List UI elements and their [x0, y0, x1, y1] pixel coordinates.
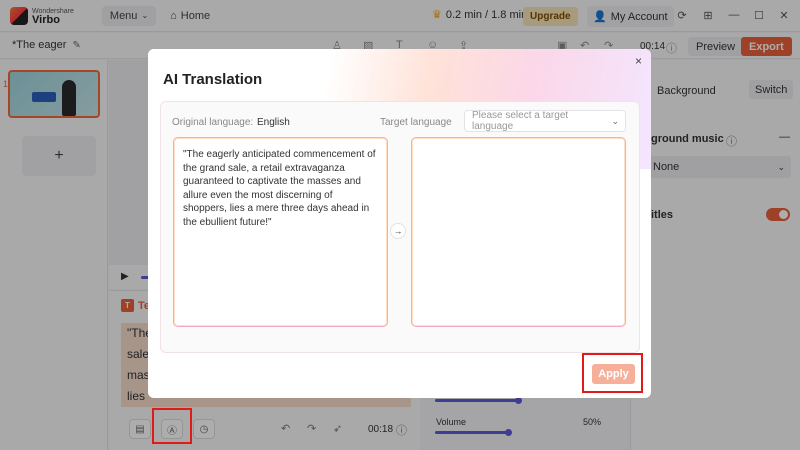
arrow-right-icon: →	[390, 223, 406, 239]
target-language-label: Target language	[380, 117, 452, 128]
original-language-label: Original language:	[172, 117, 254, 128]
target-language-select[interactable]: Please select a target language ⌄	[464, 110, 626, 132]
target-text-box[interactable]	[411, 137, 626, 327]
highlight-box	[582, 353, 643, 393]
highlight-box	[152, 408, 192, 444]
chevron-down-icon: ⌄	[611, 115, 619, 126]
source-text-box[interactable]: "The eagerly anticipated commencement of…	[173, 137, 388, 327]
ai-translation-dialog: AI Translation × Original language: Engl…	[148, 49, 651, 398]
target-language-placeholder: Please select a target language	[472, 110, 569, 132]
dialog-title: AI Translation	[163, 71, 263, 88]
source-text: "The eagerly anticipated commencement of…	[183, 149, 376, 228]
original-language-value: English	[257, 117, 290, 128]
close-icon[interactable]: ×	[635, 54, 642, 68]
